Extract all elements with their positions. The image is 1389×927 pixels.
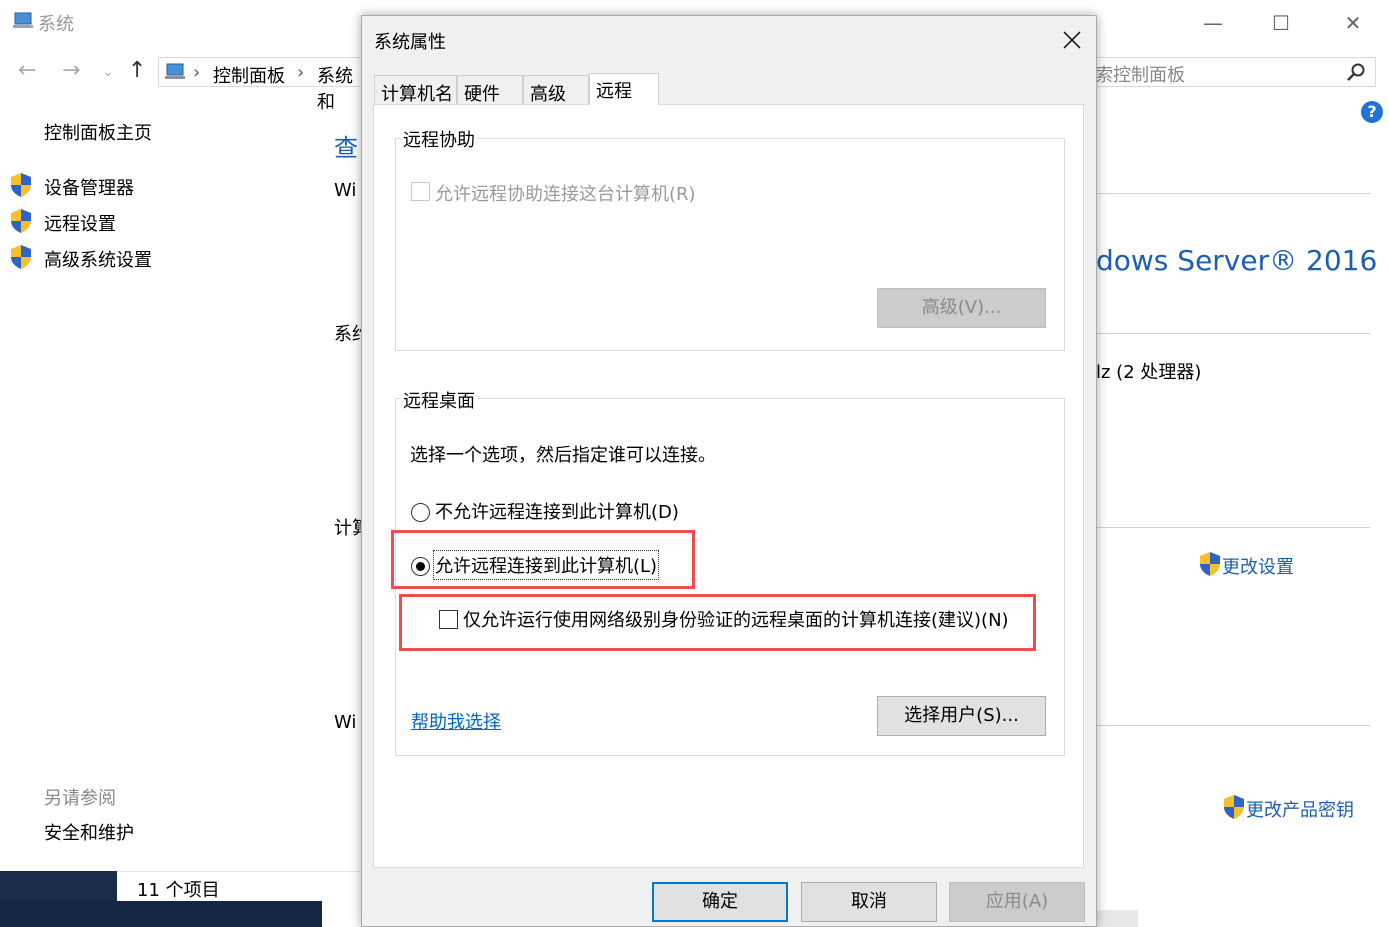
- change-settings-link[interactable]: 更改设置: [1222, 553, 1294, 579]
- tab-hardware[interactable]: 硬件: [457, 75, 523, 105]
- remote-desktop-instruction: 选择一个选项，然后指定谁可以连接。: [410, 445, 716, 466]
- background-window-edge: [1096, 910, 1138, 927]
- breadcrumb-system[interactable]: 系统和: [317, 62, 367, 114]
- forward-arrow-icon[interactable]: →: [62, 58, 80, 83]
- remote-assistance-checkbox[interactable]: [411, 182, 430, 201]
- search-input[interactable]: 索控制面板: [1090, 57, 1376, 87]
- desktop-background: [0, 901, 322, 927]
- see-also-heading: 另请参阅: [44, 788, 116, 809]
- remote-desktop-label: 远程桌面: [401, 387, 477, 413]
- window-title: 系统: [38, 14, 74, 35]
- security-maintenance-link[interactable]: 安全和维护: [44, 819, 134, 845]
- sidebar-item-device-manager[interactable]: 设备管理器: [44, 174, 134, 200]
- search-placeholder: 索控制面板: [1095, 65, 1185, 86]
- help-icon[interactable]: ?: [1361, 101, 1383, 123]
- deny-remote-radio-label[interactable]: 不允许远程连接到此计算机(D): [435, 498, 679, 524]
- maximize-button[interactable]: ☐: [1266, 8, 1296, 38]
- close-icon[interactable]: [1060, 28, 1084, 52]
- deny-remote-radio[interactable]: [411, 503, 430, 522]
- remote-assistance-checkbox-label[interactable]: 允许远程协助连接这台计算机(R): [435, 180, 696, 206]
- back-arrow-icon[interactable]: ←: [18, 58, 36, 83]
- dialog-title: 系统属性: [374, 32, 446, 53]
- status-bar: 11 个项目: [117, 871, 367, 901]
- nla-highlight: [399, 594, 1036, 651]
- heading-fragment: 查: [334, 134, 358, 162]
- item-count: 11 个项目: [137, 880, 220, 901]
- shield-icon: [1200, 552, 1220, 576]
- shield-icon: [11, 173, 31, 197]
- divider: [1096, 527, 1370, 528]
- breadcrumb-control-panel[interactable]: 控制面板: [213, 62, 285, 88]
- processor-text: lz (2 处理器): [1096, 362, 1202, 383]
- advanced-button[interactable]: 高级(V)...: [877, 288, 1046, 328]
- shield-icon: [1224, 795, 1244, 819]
- divider: [1096, 725, 1370, 726]
- remote-tab-panel: 远程协助 允许远程协助连接这台计算机(R) 高级(V)... 远程桌面 选择一个…: [373, 104, 1084, 868]
- close-window-button[interactable]: ✕: [1338, 8, 1368, 38]
- windows-edition-fragment: Wi: [334, 180, 357, 201]
- sidebar-item-advanced-settings[interactable]: 高级系统设置: [44, 246, 152, 272]
- divider: [1096, 193, 1370, 194]
- shield-icon: [11, 209, 31, 233]
- shield-icon: [11, 245, 31, 269]
- minimize-button[interactable]: —: [1198, 8, 1228, 38]
- computer-icon: [13, 12, 33, 28]
- system-properties-dialog: 系统属性 计算机名 硬件 高级 远程 远程协助 允许远程协助连接这台计算机(R)…: [361, 15, 1097, 927]
- cancel-button[interactable]: 取消: [801, 882, 937, 922]
- sidebar-home-link[interactable]: 控制面板主页: [44, 119, 152, 145]
- select-users-button[interactable]: 选择用户(S)...: [877, 696, 1046, 736]
- tab-computer-name[interactable]: 计算机名: [374, 75, 457, 105]
- tab-remote[interactable]: 远程: [589, 73, 659, 105]
- windows-edition-text: dows Server® 2016: [1096, 244, 1378, 277]
- breadcrumb-separator-icon: ›: [193, 62, 201, 83]
- recent-dropdown-icon[interactable]: ⌄: [102, 64, 114, 80]
- divider: [1096, 333, 1370, 334]
- search-icon[interactable]: [1346, 62, 1366, 82]
- ok-button[interactable]: 确定: [652, 882, 788, 922]
- up-arrow-icon[interactable]: ↑: [128, 58, 146, 83]
- tab-advanced[interactable]: 高级: [523, 75, 589, 105]
- breadcrumb-separator-icon: ›: [297, 62, 305, 83]
- change-product-key-link[interactable]: 更改产品密钥: [1246, 796, 1354, 822]
- sidebar-item-remote-settings[interactable]: 远程设置: [44, 210, 116, 236]
- apply-button[interactable]: 应用(A): [949, 882, 1085, 922]
- allow-remote-highlight: [391, 530, 695, 589]
- windows-activation-fragment: Wi: [334, 712, 357, 733]
- help-me-choose-link[interactable]: 帮助我选择: [411, 708, 501, 734]
- control-panel-icon: [165, 63, 185, 79]
- remote-assistance-label: 远程协助: [401, 126, 477, 152]
- address-bar[interactable]: › 控制面板 › 系统和: [158, 57, 368, 113]
